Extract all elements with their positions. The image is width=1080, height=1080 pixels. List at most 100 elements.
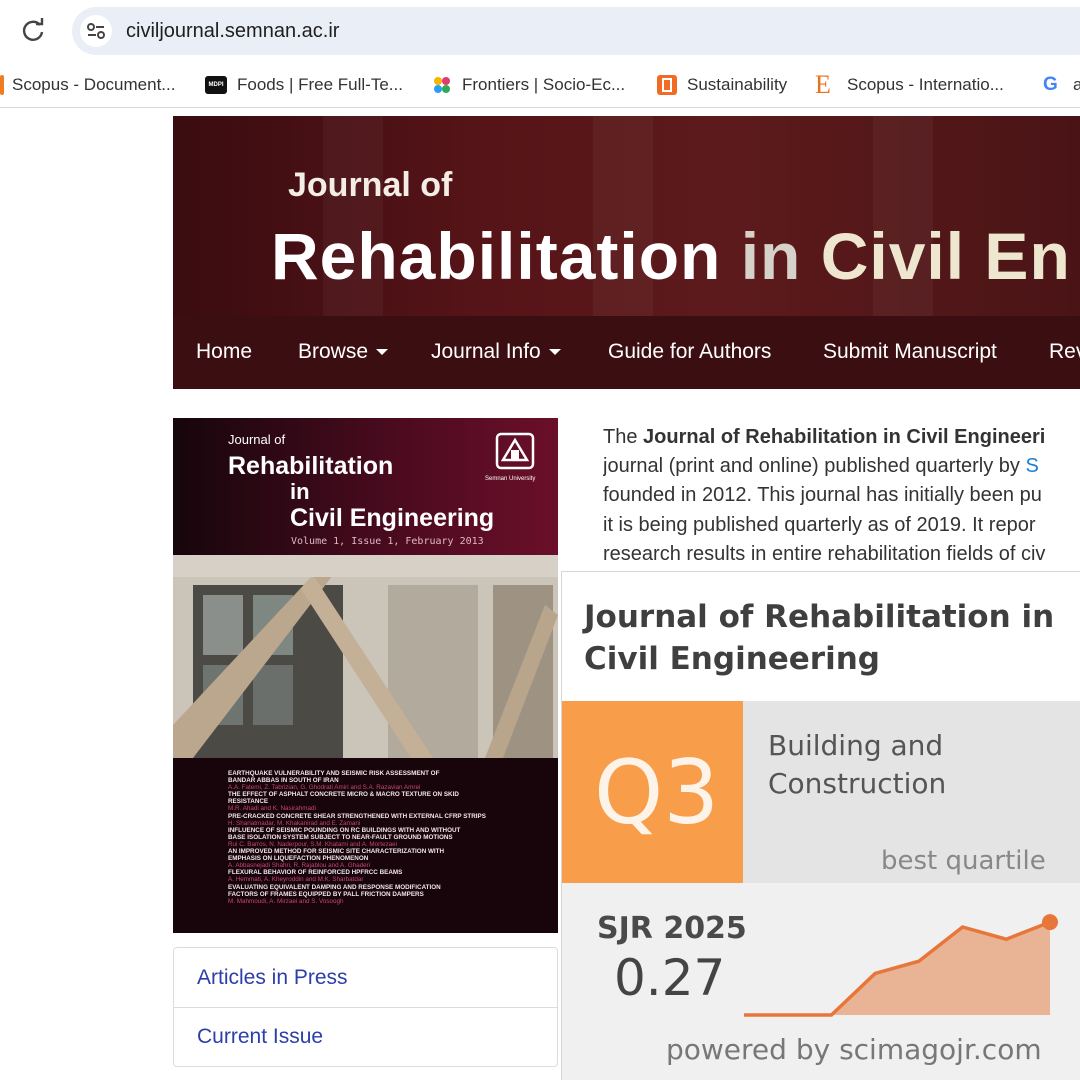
caret-down-icon: [548, 349, 561, 356]
category-line1: Building and: [768, 729, 944, 762]
bookmark-label: Sustainability: [687, 75, 788, 94]
cover-logo-text: Semnan University: [485, 476, 536, 482]
frontiers-icon: [432, 75, 452, 95]
sjr-journal-title: Journal of Rehabilitation in Civil Engin…: [584, 596, 1054, 680]
category-line2: Construction: [768, 767, 947, 800]
main-nav: Home Browse Journal Info Guide for Autho…: [173, 316, 1080, 389]
bookmark-foods[interactable]: MDPI Foods | Free Full-Te...: [205, 72, 403, 98]
sjr-score-panel: SJR 2025 0.27 powered by scimagojr.com: [562, 883, 1080, 1080]
cover-article-authors: Rui C. Barros, N. Naderpour, S.M. Khatam…: [228, 840, 398, 848]
cover-article-title: PRE-CRACKED CONCRETE SHEAR STRENGTHENED …: [228, 812, 486, 820]
sjr-latest-point: [1042, 914, 1058, 931]
elsevier-icon: E: [815, 70, 831, 99]
cover-article-title: INFLUENCE OF SEISMIC POUNDING ON RC BUIL…: [228, 826, 461, 834]
cover-article-title: EMPHASIS ON LIQUEFACTION PHENOMENON: [228, 855, 369, 863]
cover-building-photo: [173, 555, 558, 758]
cover-article-title: BASE ISOLATION SYSTEM SUBJECT TO NEAR-FA…: [228, 833, 453, 841]
cover-article-title: THE EFFECT OF ASPHALT CONCRETE MICRO & M…: [228, 791, 459, 799]
intro-line: it is being published quarterly as of 20…: [603, 513, 1036, 536]
bookmark-label: Scopus - Document...: [12, 75, 176, 94]
sjr-trend-chart: [743, 914, 1058, 1017]
bookmarks-bar: Scopus - Document... MDPI Foods | Free F…: [0, 62, 1080, 108]
sustainability-icon: [657, 75, 677, 95]
intro-line: journal (print and online) published qua…: [603, 452, 1080, 481]
university-logo-icon: [493, 432, 537, 472]
caret-down-icon: [376, 349, 389, 356]
quartile-badge: Q3: [562, 701, 743, 883]
link-articles-in-press[interactable]: Articles in Press: [197, 966, 348, 990]
nav-guide-for-authors[interactable]: Guide for Authors: [608, 340, 771, 364]
nav-browse-label: Browse: [298, 340, 369, 363]
bookmark-label: a: [1073, 75, 1080, 94]
cover-article-authors: A. Hemmati, A. Kheyroddin and M.K. Sharb…: [228, 876, 364, 884]
quartile-value: Q3: [594, 741, 720, 844]
bookmark-label: Frontiers | Socio-Ec...: [462, 75, 626, 94]
category-box: Building and Construction best quartile: [743, 701, 1080, 883]
cover-article-title: AN IMPROVED METHOD FOR SEISMIC SITE CHAR…: [228, 848, 445, 856]
powered-by-label: powered by scimagojr.com: [666, 1033, 1042, 1066]
cover-article-title: FACTORS OF FRAMES EQUIPPED BY PALL FRICT…: [228, 890, 424, 898]
bookmark-sustainability[interactable]: Sustainability: [657, 72, 787, 98]
reload-icon[interactable]: [18, 16, 48, 46]
best-quartile-label: best quartile: [881, 846, 1046, 876]
cover-article-title: FLEXURAL BEHAVIOR OF REINFORCED HPFRCC B…: [228, 869, 403, 877]
cover-article-title: EARTHQUAKE VULNERABILITY AND SEISMIC RIS…: [228, 770, 440, 777]
bookmark-google[interactable]: G a: [1043, 72, 1080, 98]
banner-title-line2: Rehabilitation in Civil En: [271, 218, 1071, 294]
sjr-widget[interactable]: Journal of Rehabilitation in Civil Engin…: [561, 571, 1080, 1080]
intro-line: founded in 2012. This journal has initia…: [603, 484, 1042, 507]
bookmark-scopus-document[interactable]: Scopus - Document...: [0, 72, 175, 98]
nav-journal-info-label: Journal Info: [431, 340, 541, 363]
cover-header: Journal of Rehabilitation in Civil Engin…: [173, 418, 558, 555]
bookmark-scopus-international[interactable]: E Scopus - Internatio...: [815, 72, 1004, 98]
category-name: Building and Construction: [768, 727, 946, 803]
nav-home[interactable]: Home: [196, 340, 252, 364]
bookmark-label: Foods | Free Full-Te...: [237, 75, 403, 94]
intro-journal-name: Journal of Rehabilitation in Civil Engin…: [643, 426, 1046, 448]
journal-cover-image[interactable]: Journal of Rehabilitation in Civil Engin…: [173, 418, 558, 933]
nav-submit-manuscript[interactable]: Submit Manuscript: [823, 340, 997, 364]
banner-word-civil: Civil En: [820, 219, 1071, 293]
scopus-bar-icon: [0, 75, 4, 95]
sjr-title-line1: Journal of Rehabilitation in: [584, 599, 1055, 635]
journal-banner: Journal of Rehabilitation in Civil En: [173, 116, 1080, 316]
cover-article-authors: A. Abbasnejadi Shahri, R. Rajablou and A…: [228, 862, 371, 870]
bookmark-label: Scopus - Internatio...: [847, 75, 1004, 94]
intro-line: The Journal of Rehabilitation in Civil E…: [603, 423, 1080, 452]
nav-reviewers[interactable]: Rev: [1049, 340, 1080, 364]
address-bar: civiljournal.semnan.ac.ir: [0, 0, 1080, 62]
banner-title-line1: Journal of: [288, 166, 453, 204]
cover-article-title: EVALUATING EQUIVALENT DAMPING AND RESPON…: [228, 883, 441, 891]
intro-publisher-link[interactable]: S: [1025, 455, 1038, 477]
intro-line: research results in entire rehabilitatio…: [603, 542, 1046, 565]
cover-title-line1: Rehabilitation: [228, 452, 394, 480]
google-icon: G: [1043, 74, 1058, 95]
bookmark-frontiers[interactable]: Frontiers | Socio-Ec...: [432, 72, 625, 98]
sjr-title-line2: Civil Engineering: [584, 641, 880, 677]
link-current-issue[interactable]: Current Issue: [197, 1025, 323, 1049]
divider: [174, 1007, 557, 1008]
banner-word-rehabilitation: Rehabilitation: [271, 219, 722, 293]
url-text: civiljournal.semnan.ac.ir: [126, 20, 340, 42]
cover-volume: Volume 1, Issue 1, February 2013: [291, 536, 484, 547]
cover-article-authors: M.R. Ahadi and K. Nasirahmadi: [228, 805, 316, 813]
mdpi-icon: MDPI: [205, 76, 227, 94]
url-field[interactable]: civiljournal.semnan.ac.ir: [72, 7, 1080, 55]
intro-text: journal (print and online) published qua…: [603, 455, 1026, 478]
nav-browse[interactable]: Browse: [298, 340, 389, 364]
cover-article-title: BANDAR ABBAS IN SOUTH OF IRAN: [228, 777, 339, 785]
site-settings-icon[interactable]: [80, 15, 112, 47]
sjr-year-label: SJR 2025: [597, 911, 747, 946]
sjr-score-value: 0.27: [614, 949, 726, 1007]
cover-article-list: EARTHQUAKE VULNERABILITY AND SEISMIC RIS…: [173, 758, 558, 933]
intro-text: The: [603, 426, 644, 448]
cover-article-authors: H. Shariatmadar, M. Khakanirad and E. Za…: [228, 819, 361, 827]
journal-intro-text: The Journal of Rehabilitation in Civil E…: [603, 423, 1080, 570]
cover-journal-of: Journal of: [228, 432, 286, 447]
cover-title-line2: in: [290, 479, 310, 504]
quick-links-box: Articles in Press Current Issue: [173, 947, 558, 1067]
banner-word-in: in: [740, 219, 802, 293]
cover-article-authors: M. Mahmoudi, A. Mirzaei and S. Vosoogh: [228, 897, 344, 905]
cover-title-line3: Civil Engineering: [290, 504, 495, 532]
nav-journal-info[interactable]: Journal Info: [431, 340, 561, 364]
